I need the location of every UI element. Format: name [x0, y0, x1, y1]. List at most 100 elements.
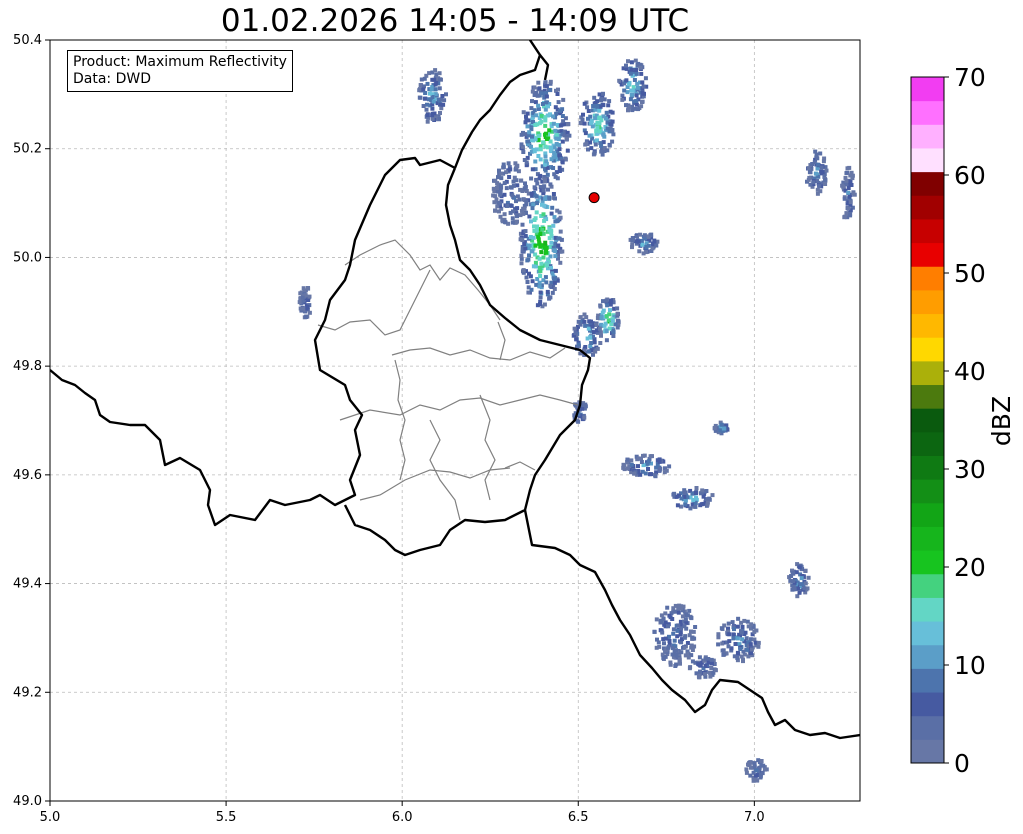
echo-pixel: [673, 609, 678, 614]
colorbar-segment: [911, 621, 944, 646]
echo-pixel: [551, 121, 556, 126]
district-boundary: [394, 359, 406, 481]
district-boundary: [339, 394, 579, 421]
echo-pixel: [735, 650, 740, 655]
x-tick-label: 5.5: [216, 810, 237, 825]
echo-pixel: [521, 110, 526, 115]
colorbar-tick-label: 20: [954, 553, 986, 582]
echo-pixel: [533, 243, 538, 248]
echo-pixel: [493, 208, 497, 213]
echo-pixel: [560, 114, 565, 118]
echo-pixel: [697, 655, 702, 660]
x-tick-label: 6.0: [392, 810, 413, 825]
echo-pixel: [679, 606, 684, 611]
echo-pixel: [544, 100, 549, 105]
echo-pixel: [533, 216, 538, 221]
echo-pixel: [511, 183, 516, 188]
country-border: [539, 54, 550, 81]
echo-pixel: [693, 625, 698, 629]
echo-pixel: [554, 136, 559, 141]
echo-pixel: [640, 242, 645, 247]
echo-pixel: [582, 121, 587, 126]
echo-pixel: [673, 603, 678, 608]
echo-pixel: [540, 202, 544, 207]
echo-pixel: [524, 199, 529, 204]
echo-pixel: [576, 342, 581, 347]
colorbar-segment: [911, 668, 944, 693]
echo-pixel: [440, 94, 445, 98]
echo-pixel: [300, 295, 305, 300]
echo-pixel: [505, 204, 510, 208]
echo-pixel: [520, 238, 525, 243]
colorbar-tick-label: 50: [954, 259, 986, 288]
echo-pixel: [802, 586, 807, 591]
echo-pixel: [548, 139, 553, 144]
echo-pixel: [430, 113, 435, 118]
echo-pixel: [544, 245, 549, 250]
echo-pixel: [529, 287, 534, 292]
echo-pixel: [738, 647, 743, 651]
echo-pixel: [590, 124, 595, 129]
echo-pixel: [544, 263, 549, 268]
echo-pixel: [687, 666, 692, 671]
echo-pixel: [521, 268, 526, 273]
echo-pixel: [634, 99, 639, 103]
echo-pixel: [663, 654, 668, 659]
echo-pixel: [607, 143, 612, 148]
echo-pixel: [689, 615, 694, 620]
echo-pixel: [519, 253, 524, 258]
echo-pixel: [696, 662, 701, 667]
echo-pixel: [702, 672, 707, 677]
echo-pixel: [844, 178, 849, 183]
echo-pixel: [538, 157, 543, 162]
y-tick-label: 49.0: [13, 794, 42, 809]
echo-pixel: [694, 486, 699, 490]
echo-pixel: [581, 403, 586, 408]
echo-pixel: [564, 137, 569, 141]
echo-pixel: [601, 102, 606, 107]
colorbar-segment: [911, 124, 944, 149]
echo-pixel: [545, 289, 550, 294]
echo-pixel: [543, 154, 548, 159]
echo-pixel: [813, 171, 818, 176]
echo-pixel: [719, 422, 724, 427]
echo-pixel: [554, 133, 559, 137]
echo-pixel: [710, 493, 715, 498]
district-boundary: [479, 394, 496, 501]
echo-pixel: [536, 103, 541, 108]
echo-pixel: [718, 428, 723, 433]
echo-pixel: [652, 629, 657, 634]
echo-pixel: [539, 243, 544, 248]
echo-pixel: [643, 236, 647, 241]
echo-pixel: [544, 250, 549, 255]
echo-pixel: [794, 570, 799, 575]
echo-pixel: [560, 139, 565, 144]
echo-pixel: [536, 133, 541, 138]
echo-pixel: [498, 214, 503, 219]
echo-pixel: [496, 175, 500, 180]
echo-pixel: [676, 610, 681, 615]
echo-pixel: [543, 240, 548, 245]
echo-pixel: [747, 763, 752, 767]
echo-pixel: [630, 88, 635, 93]
y-tick-label: 49.8: [13, 359, 42, 374]
echo-pixel: [437, 86, 442, 91]
echo-pixel: [615, 325, 620, 330]
y-tick-label: 50.4: [13, 33, 42, 48]
echo-pixel: [541, 212, 546, 217]
echo-pixel: [560, 160, 565, 165]
echo-pixel: [675, 628, 680, 633]
echo-pixel: [541, 140, 546, 145]
echo-cell: [417, 68, 448, 124]
echo-pixel: [522, 206, 527, 211]
colorbar-segment: [911, 692, 944, 717]
echo-pixel: [539, 113, 544, 118]
echo-pixel: [551, 192, 556, 196]
echo-pixel: [588, 140, 593, 145]
echo-pixel: [594, 323, 598, 327]
echo-pixel: [541, 188, 546, 193]
echo-pixel: [598, 341, 603, 345]
echo-pixel: [534, 113, 539, 118]
echo-pixel: [634, 102, 639, 107]
echo-pixel: [610, 139, 615, 144]
